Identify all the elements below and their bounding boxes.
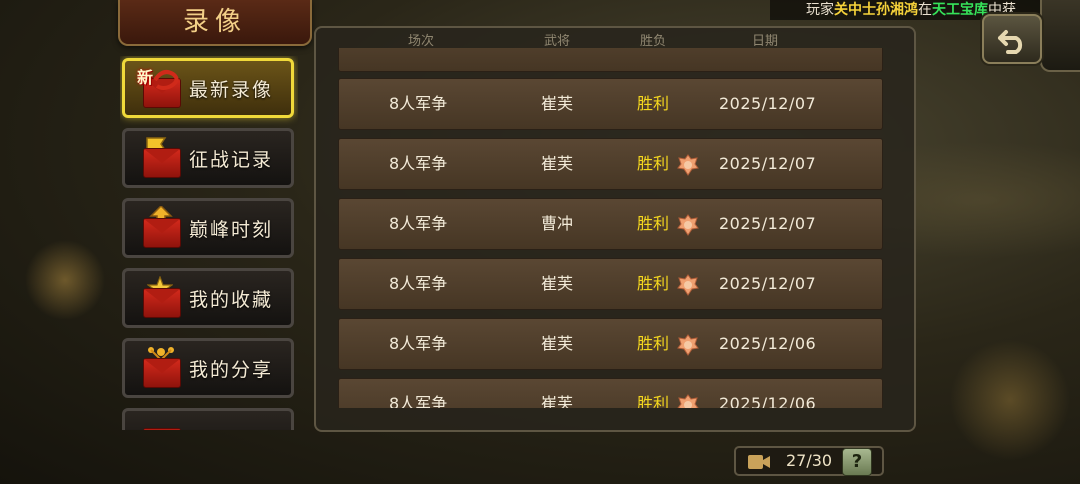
header-match: 场次 [408,34,435,49]
new-badge: 新 [137,68,154,87]
share-envelope-icon [139,346,183,390]
replay-list: 8人军争 崔芙 胜利 2025/12/07 8人军争 崔芙 胜利 2025/12… [338,48,883,408]
match-result: 胜利 [637,334,670,353]
mvp-medal-icon [677,274,699,296]
match-result: 胜利 [637,274,670,293]
match-result: 胜利 [637,154,670,173]
general-name: 曹冲 [541,214,574,233]
nav-latest-replays[interactable]: 新 最新录像 [122,58,294,118]
match-mode: 8人军争 [389,94,448,113]
nav-label: 最新录像 [189,78,274,101]
nav-more[interactable] [122,408,294,430]
mvp-medal-icon [677,334,699,356]
general-name: 崔芙 [541,274,574,293]
nav-label: 征战记录 [189,148,274,171]
general-name: 崔芙 [541,154,574,173]
mvp-medal-icon [677,154,699,176]
table-row[interactable]: 8人军争 曹冲 胜利 2025/12/07 [338,198,883,250]
match-date: 2025/12/07 [719,274,817,293]
nav-label: 我的分享 [189,358,274,381]
header-date: 日期 [752,34,779,49]
match-mode: 8人军争 [389,334,448,353]
ticker-place: 天工宝库 [932,2,988,18]
help-button[interactable]: ? [842,448,872,476]
table-row[interactable]: 8人军争 崔芙 胜利 2025/12/06 [338,318,883,370]
table-row[interactable] [338,48,883,72]
match-mode: 8人军争 [389,394,448,408]
corner-decoration [1040,0,1080,72]
match-mode: 8人军争 [389,274,448,293]
table-row[interactable]: 8人军争 崔芙 胜利 2025/12/06 [338,378,883,408]
match-date: 2025/12/06 [719,334,817,353]
envelope-icon [139,416,183,430]
ticker-mid: 在 [918,2,932,18]
table-row[interactable]: 8人军争 崔芙 胜利 2025/12/07 [338,258,883,310]
match-mode: 8人军争 [389,214,448,233]
arrow-envelope-icon [139,206,183,250]
header-general: 武将 [544,34,571,49]
page-title: 录像 [118,0,312,46]
nav-label: 巅峰时刻 [189,218,274,241]
back-button[interactable] [982,14,1042,64]
match-date: 2025/12/07 [719,94,817,113]
table-row[interactable]: 8人军争 崔芙 胜利 2025/12/07 [338,138,883,190]
general-name: 崔芙 [541,394,574,408]
nav-battle-record[interactable]: 征战记录 [122,128,294,188]
general-name: 崔芙 [541,334,574,353]
nav-my-shares[interactable]: 我的分享 [122,338,294,398]
mvp-medal-icon [677,214,699,236]
star-envelope-icon [139,276,183,320]
general-name: 崔芙 [541,94,574,113]
flag-envelope-icon [139,136,183,180]
nav-my-favorites[interactable]: 我的收藏 [122,268,294,328]
mvp-medal-icon [677,394,699,408]
match-date: 2025/12/07 [719,214,817,233]
new-envelope-icon: 新 [137,66,183,110]
ticker-prefix: 玩家 [806,2,834,18]
match-result: 胜利 [637,214,670,233]
nav-peak-moments[interactable]: 巅峰时刻 [122,198,294,258]
match-mode: 8人军争 [389,154,448,173]
match-result: 胜利 [637,94,670,113]
replay-count: 27/30 [786,451,833,470]
table-row[interactable]: 8人军争 崔芙 胜利 2025/12/07 [338,78,883,130]
video-camera-icon [748,455,770,469]
match-date: 2025/12/07 [719,154,817,173]
back-arrow-icon [998,30,1023,54]
header-result: 胜负 [640,34,667,49]
match-date: 2025/12/06 [719,394,817,408]
match-result: 胜利 [637,394,670,408]
ticker-player: 关中士孙湘鸿 [834,2,918,18]
category-nav: 新 最新录像 征战记录 巅峰时刻 我的收藏 我的分享 [120,56,298,430]
nav-label: 我的收藏 [189,288,274,311]
